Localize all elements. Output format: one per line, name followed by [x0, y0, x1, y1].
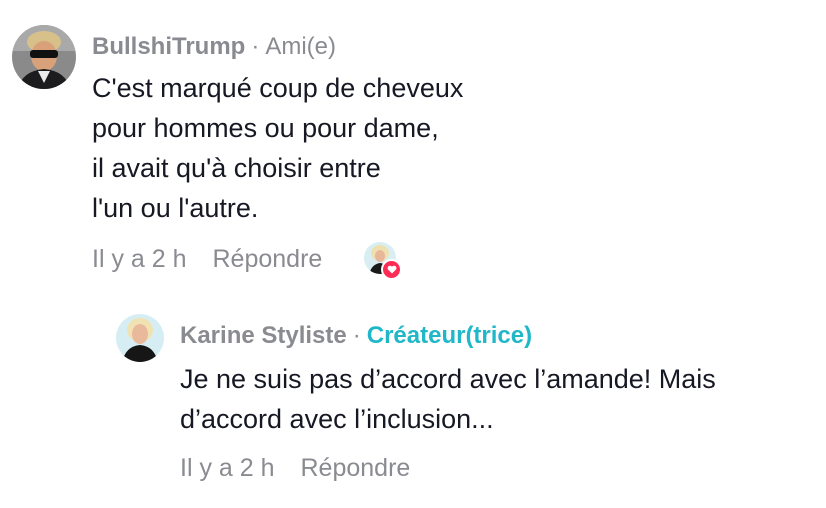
liked-by-creator-badge — [364, 242, 402, 280]
reply-text: Je ne suis pas d’accord avec l’amande! M… — [180, 359, 716, 439]
comment-line: il avait qu'à choisir entre — [92, 153, 381, 183]
comment-actions: Il y a 2 h Répondre — [92, 244, 322, 274]
comment-header: BullshiTrump · Ami(e) — [92, 32, 336, 62]
timestamp: Il y a 2 h — [92, 245, 187, 273]
relationship-label: Ami(e) — [265, 33, 337, 60]
comment-line: pour hommes ou pour dame, — [92, 113, 439, 143]
separator-dot: · — [251, 33, 260, 60]
reply-line: Je ne suis pas d’accord avec l’amande! M… — [180, 364, 716, 394]
avatar[interactable] — [12, 25, 76, 89]
timestamp: Il y a 2 h — [180, 454, 275, 482]
comment-line: l'un ou l'autre. — [92, 193, 259, 223]
author-name[interactable]: BullshiTrump — [92, 33, 245, 60]
avatar[interactable] — [116, 314, 164, 362]
creator-label: Créateur(trice) — [366, 322, 533, 349]
separator-dot: · — [352, 322, 361, 349]
comment-text: C'est marqué coup de cheveux pour hommes… — [92, 68, 463, 228]
heart-icon — [381, 259, 402, 280]
reply-button[interactable]: Répondre — [213, 244, 323, 274]
comment-line: C'est marqué coup de cheveux — [92, 73, 464, 103]
reply-button[interactable]: Répondre — [301, 453, 411, 483]
reply-line: d’accord avec l’inclusion... — [180, 404, 494, 434]
reply-header: Karine Styliste · Créateur(trice) — [180, 321, 532, 351]
author-name[interactable]: Karine Styliste — [180, 322, 347, 349]
reply-actions: Il y a 2 h Répondre — [180, 453, 410, 483]
